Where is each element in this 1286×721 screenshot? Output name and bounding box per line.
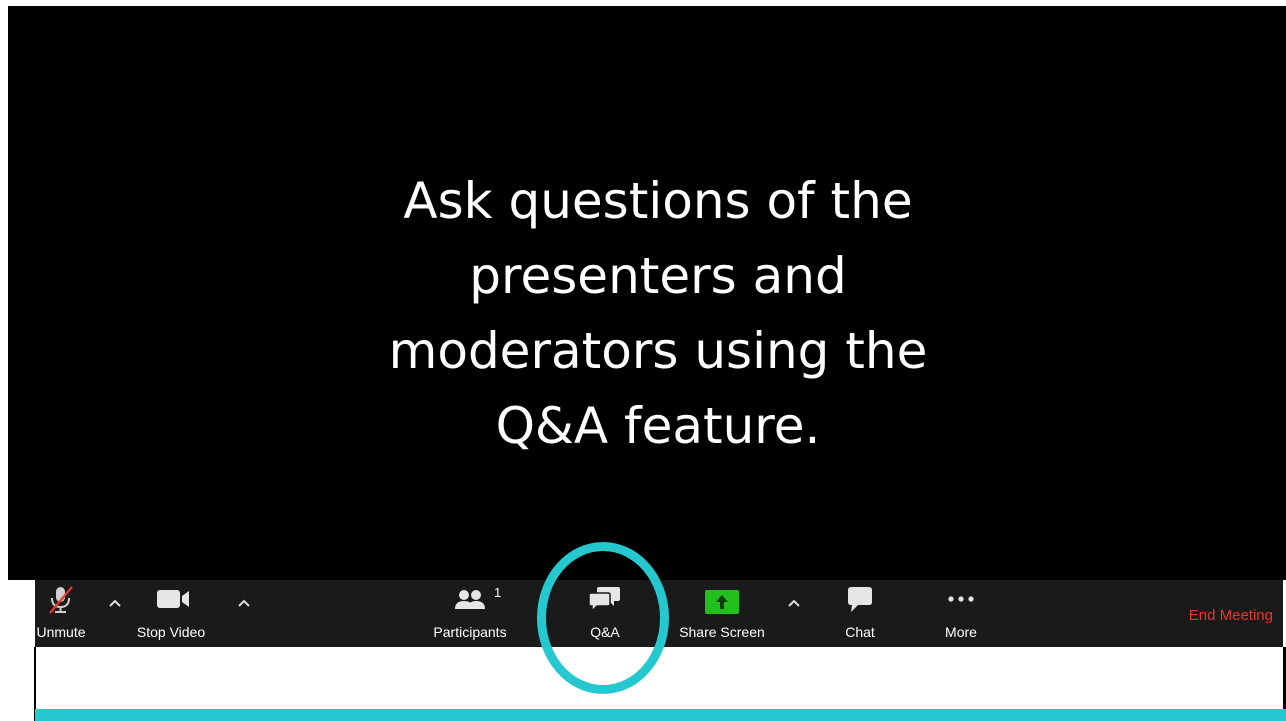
chat-bubble-icon xyxy=(848,587,872,612)
video-options-chevron[interactable] xyxy=(235,594,253,612)
video-camera-icon xyxy=(157,590,189,608)
more-label: More xyxy=(945,624,977,640)
chevron-up-icon xyxy=(238,599,250,607)
participants-count: 1 xyxy=(494,585,502,600)
participants-label: Participants xyxy=(433,624,507,640)
end-meeting-button[interactable]: End Meeting xyxy=(1189,607,1273,624)
more-dots-icon xyxy=(948,596,974,602)
chevron-up-icon xyxy=(788,599,800,607)
chat-button[interactable]: Chat xyxy=(830,580,890,647)
muted-microphone-icon xyxy=(49,586,73,614)
share-screen-icon xyxy=(705,590,739,614)
share-screen-button[interactable]: Share Screen xyxy=(670,580,774,647)
unmute-button[interactable]: Unmute xyxy=(25,580,97,647)
share-options-chevron[interactable] xyxy=(785,594,803,612)
chat-label: Chat xyxy=(845,624,875,640)
participants-icon xyxy=(455,590,485,609)
unmute-label: Unmute xyxy=(36,624,86,640)
stop-video-button[interactable]: Stop Video xyxy=(130,580,212,647)
presentation-slide: Ask questions of the presenters and mode… xyxy=(8,6,1286,580)
stop-video-label: Stop Video xyxy=(136,624,206,640)
teal-accent-bar xyxy=(35,709,1286,721)
slide-headline: Ask questions of the presenters and mode… xyxy=(388,172,928,455)
chevron-up-icon xyxy=(109,599,121,607)
share-screen-label: Share Screen xyxy=(679,624,765,640)
audio-options-chevron[interactable] xyxy=(106,594,124,612)
participants-button[interactable]: 1 Participants xyxy=(420,580,520,647)
qa-highlight-circle xyxy=(537,542,669,694)
more-button[interactable]: More xyxy=(930,580,992,647)
